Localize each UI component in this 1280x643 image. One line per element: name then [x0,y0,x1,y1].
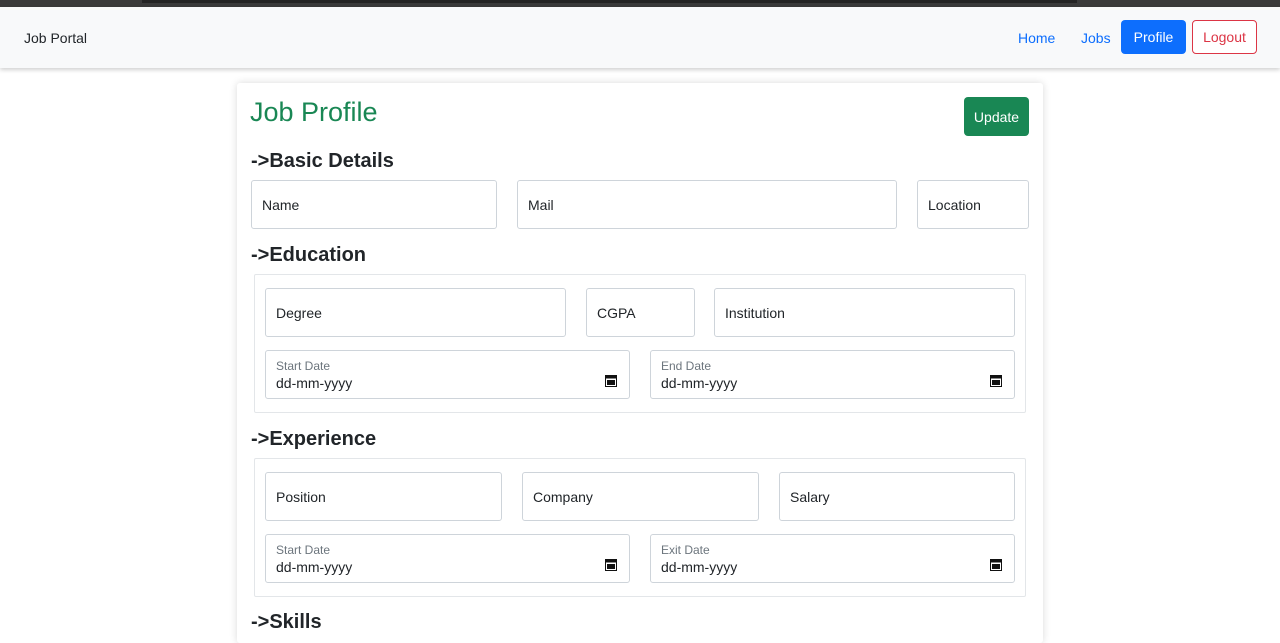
mail-placeholder: Mail [528,197,554,213]
experience-start-date-label: Start Date [276,543,331,557]
skills-heading: ->Skills [251,611,322,633]
experience-start-date-input[interactable]: Start Date dd-mm-yyyy [265,534,630,583]
profile-button[interactable]: Profile [1121,20,1186,54]
location-placeholder: Location [928,197,981,213]
degree-input[interactable]: Degree [265,288,566,337]
cgpa-placeholder: CGPA [597,305,636,321]
calendar-icon[interactable] [605,558,617,571]
education-heading: ->Education [251,244,367,266]
logout-button[interactable]: Logout [1192,20,1257,54]
company-placeholder: Company [533,489,593,505]
experience-exit-date-input[interactable]: Exit Date dd-mm-yyyy [650,534,1015,583]
experience-start-date-value: dd-mm-yyyy [276,559,353,575]
basic-details-heading: ->Basic Details [251,150,394,172]
nav-home-link[interactable]: Home [1018,30,1055,46]
brand-link[interactable]: Job Portal [24,30,87,46]
name-input[interactable]: Name [251,180,497,229]
position-placeholder: Position [276,489,326,505]
navbar: Job Portal Home Jobs Profile Logout [0,7,1280,68]
position-input[interactable]: Position [265,472,502,521]
institution-input[interactable]: Institution [714,288,1015,337]
experience-exit-date-value: dd-mm-yyyy [661,559,738,575]
location-input[interactable]: Location [917,180,1029,229]
experience-heading: ->Experience [251,428,377,450]
degree-placeholder: Degree [276,305,322,321]
education-start-date-value: dd-mm-yyyy [276,375,353,391]
education-end-date-value: dd-mm-yyyy [661,375,738,391]
salary-placeholder: Salary [790,489,830,505]
institution-placeholder: Institution [725,305,785,321]
company-input[interactable]: Company [522,472,759,521]
update-button[interactable]: Update [964,97,1029,136]
page-title: Job Profile [250,97,378,127]
cgpa-input[interactable]: CGPA [586,288,695,337]
salary-input[interactable]: Salary [779,472,1015,521]
experience-exit-date-label: Exit Date [661,543,710,557]
nav-jobs-link[interactable]: Jobs [1081,30,1111,46]
calendar-icon[interactable] [990,558,1002,571]
mail-input[interactable]: Mail [517,180,897,229]
education-end-date-label: End Date [661,359,712,373]
browser-top-strip [0,0,1280,7]
education-start-date-input[interactable]: Start Date dd-mm-yyyy [265,350,630,399]
education-start-date-label: Start Date [276,359,331,373]
name-placeholder: Name [262,197,300,213]
calendar-icon[interactable] [990,374,1002,387]
calendar-icon[interactable] [605,374,617,387]
education-end-date-input[interactable]: End Date dd-mm-yyyy [650,350,1015,399]
